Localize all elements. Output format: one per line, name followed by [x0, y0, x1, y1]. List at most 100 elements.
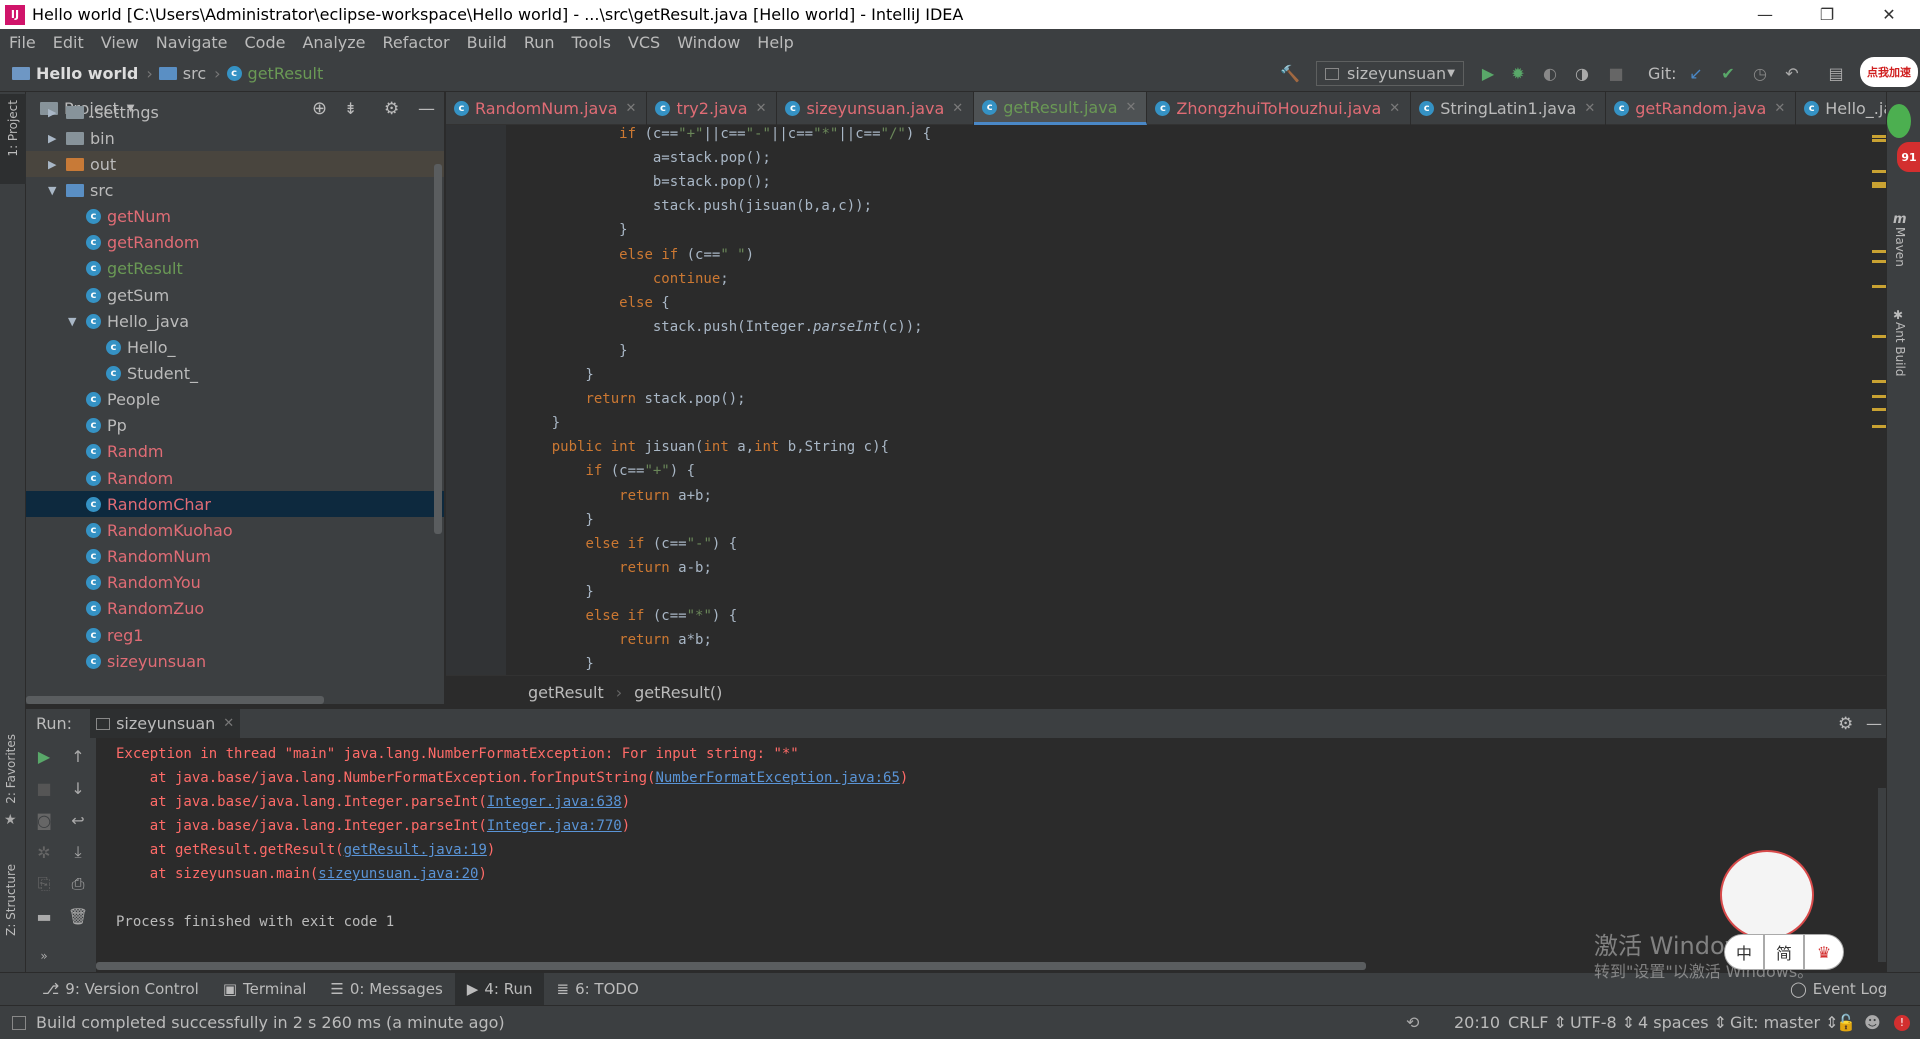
tree-item[interactable]: c getRandom [26, 230, 444, 256]
warning-mark[interactable] [1872, 185, 1886, 188]
scroll-up-icon[interactable]: ↑ [66, 744, 90, 768]
tree-item[interactable]: ▼ src [26, 177, 444, 203]
tree-item[interactable]: ▶ out [26, 151, 444, 178]
menu-refactor[interactable]: Refactor [374, 33, 458, 52]
toggle-panels-icon[interactable] [12, 1015, 26, 1030]
ime-chinese-button[interactable]: 中 [1724, 934, 1764, 970]
scroll-end-icon[interactable]: ⤓ [66, 840, 90, 864]
hide-panel-icon[interactable]: — [1866, 714, 1882, 733]
warning-mark[interactable] [1872, 139, 1886, 142]
more-icon[interactable]: » [32, 944, 56, 968]
breadcrumb-method[interactable]: getResult() [634, 683, 722, 702]
close-tab-icon[interactable]: ✕ [1584, 101, 1595, 116]
menu-build[interactable]: Build [458, 33, 515, 52]
bottom-tab[interactable]: ≣ 6: TODO [544, 973, 650, 1006]
trash-icon[interactable]: 🗑 [66, 904, 90, 928]
profile-icon[interactable]: ◑ [1570, 61, 1594, 85]
editor-tab[interactable]: c try2.java ✕ [647, 92, 778, 125]
warning-mark[interactable] [1872, 170, 1886, 173]
expand-arrow-icon[interactable]: ▶ [48, 158, 60, 171]
git-update-icon[interactable]: ↙ [1684, 61, 1708, 85]
close-tab-icon[interactable]: ✕ [1389, 101, 1400, 116]
close-button[interactable]: ✕ [1866, 0, 1912, 29]
tree-item[interactable]: c RandomChar [26, 491, 444, 518]
restore-layout-icon[interactable]: ⎘ [32, 872, 56, 896]
error-stripe[interactable] [1870, 125, 1886, 675]
project-tool-tab[interactable]: 1: Project [0, 94, 26, 184]
gear-icon[interactable]: ⚙ [1838, 714, 1853, 734]
print-icon[interactable]: ⎙ [66, 872, 90, 896]
sync-icon[interactable]: ⟲ [1406, 1013, 1419, 1032]
menu-window[interactable]: Window [668, 33, 748, 52]
notification-count-badge[interactable]: 91 [1897, 142, 1920, 172]
menu-analyze[interactable]: Analyze [293, 33, 373, 52]
ime-skin-icon[interactable]: ♛ [1804, 934, 1844, 970]
stack-trace-link[interactable]: sizeyunsuan.java:20 [318, 866, 478, 882]
maven-tool-tab[interactable]: m Maven [1893, 212, 1907, 271]
assistant-mascot-icon[interactable] [1887, 104, 1911, 138]
code-editor[interactable]: if (c=="+"||c=="-"||c=="*"||c=="/") { a=… [528, 125, 1886, 675]
file-encoding[interactable]: UTF-8 ⇕ [1570, 1013, 1635, 1032]
expand-arrow-icon[interactable]: ▼ [68, 315, 80, 328]
editor-tab[interactable]: c RandomNum.java ✕ [446, 92, 648, 125]
settings-icon[interactable]: ✲ [32, 840, 56, 864]
warning-mark[interactable] [1872, 425, 1886, 428]
editor-tab[interactable]: c sizeyunsuan.java ✕ [777, 92, 975, 125]
tree-item[interactable]: c Pp [26, 413, 444, 439]
tree-item[interactable]: ▶ bin [26, 125, 444, 151]
tree-item[interactable]: c People [26, 387, 444, 413]
close-tab-icon[interactable]: ✕ [626, 101, 637, 116]
bottom-tab[interactable]: ☰ 0: Messages [318, 973, 454, 1006]
crumb-class[interactable]: c getResult [226, 64, 323, 83]
tree-item[interactable]: c RandomZuo [26, 596, 444, 622]
warning-mark[interactable] [1872, 250, 1886, 253]
menu-edit[interactable]: Edit [44, 33, 92, 52]
rerun-icon[interactable]: ▶ [32, 744, 56, 768]
tree-item[interactable]: ▶ .settings [26, 99, 444, 125]
layout-icon[interactable]: ▬ [32, 904, 56, 928]
warning-mark[interactable] [1872, 135, 1886, 138]
lock-icon[interactable]: 🔓 [1836, 1013, 1856, 1032]
tree-item[interactable]: c RandomYou [26, 570, 444, 596]
bottom-tab[interactable]: ⎇ 9: Version Control [30, 973, 211, 1006]
event-log-button[interactable]: ◯ Event Log [1790, 980, 1887, 998]
console-vscrollbar[interactable] [1878, 788, 1886, 962]
menu-code[interactable]: Code [236, 33, 294, 52]
menu-tools[interactable]: Tools [563, 33, 619, 52]
error-indicator-icon[interactable]: ! [1894, 1014, 1910, 1031]
console-hscrollbar[interactable] [96, 962, 1366, 970]
menu-help[interactable]: Help [748, 33, 801, 52]
editor-tab[interactable]: c getResult.java ✕ [974, 92, 1148, 125]
warning-mark[interactable] [1872, 335, 1886, 338]
minimize-button[interactable]: — [1742, 0, 1788, 29]
warning-mark[interactable] [1872, 408, 1886, 411]
expand-arrow-icon[interactable]: ▼ [48, 184, 60, 197]
tree-item[interactable]: c reg1 [26, 622, 444, 648]
line-separator[interactable]: CRLF ⇕ [1508, 1013, 1567, 1032]
stop-icon[interactable]: ■ [1604, 61, 1628, 85]
tree-item[interactable]: c getResult [26, 256, 444, 282]
tree-item[interactable]: c RandomKuohao [26, 517, 444, 543]
restore-button[interactable]: ❐ [1804, 0, 1850, 29]
build-hammer-icon[interactable]: 🔨 [1278, 61, 1302, 85]
expand-arrow-icon[interactable]: ▶ [48, 106, 60, 119]
run-config-dropdown[interactable]: sizeyunsuan ▼ [1316, 61, 1464, 86]
menu-navigate[interactable]: Navigate [147, 33, 236, 52]
tree-scrollbar[interactable] [434, 164, 442, 534]
tree-item[interactable]: c Student_ [26, 361, 444, 387]
inspector-icon[interactable]: ☻ [1864, 1013, 1881, 1032]
stop-icon[interactable]: ■ [32, 776, 56, 800]
caret-position[interactable]: 20:10 [1454, 1013, 1500, 1032]
indent-setting[interactable]: 4 spaces ⇕ [1638, 1013, 1727, 1032]
ant-tool-tab[interactable]: ✱ Ant Build [1893, 308, 1920, 380]
tree-item[interactable]: c RandomNum [26, 544, 444, 570]
tree-item[interactable]: c Randm [26, 439, 444, 465]
run-icon[interactable]: ▶ [1476, 61, 1500, 85]
crumb-src[interactable]: src [158, 64, 206, 83]
warning-mark[interactable] [1872, 260, 1886, 263]
close-tab-icon[interactable]: ✕ [756, 101, 767, 116]
warning-mark[interactable] [1872, 395, 1886, 398]
git-revert-icon[interactable]: ↶ [1780, 61, 1804, 85]
tree-item[interactable]: c Random [26, 465, 444, 491]
git-commit-icon[interactable]: ✔ [1716, 61, 1740, 85]
